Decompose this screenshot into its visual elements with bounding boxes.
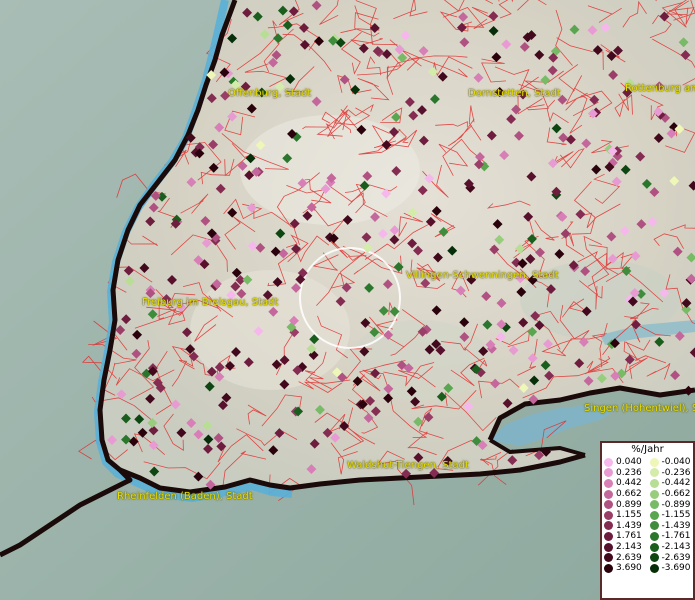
legend-item: -2.143 (648, 542, 694, 553)
city-label-villingen: Villingen-Schwenningen, Stadt (406, 270, 559, 281)
legend-item: 0.040 (602, 457, 648, 468)
legend-label: 2.143 (616, 542, 642, 553)
legend-label: 0.899 (616, 499, 642, 510)
legend-swatch (604, 500, 613, 510)
legend-swatch (604, 457, 613, 467)
legend-label: 0.040 (616, 457, 642, 468)
legend-item: 2.143 (602, 542, 648, 553)
legend-swatch (649, 553, 659, 563)
legend-label: 0.236 (616, 467, 642, 478)
legend-swatch (649, 468, 659, 478)
city-label-singen: Singen (Hohentwiel), S (584, 403, 695, 414)
legend: %/Jahr 0.040 0.236 0.442 0.662 0.899 1.155 1.4… (600, 441, 695, 600)
legend-label: 0.662 (616, 489, 642, 500)
legend-label: 2.639 (616, 552, 642, 563)
legend-label: 3.690 (616, 563, 642, 574)
legend-item: -1.761 (648, 531, 694, 542)
legend-swatch (604, 542, 613, 552)
legend-swatch (649, 531, 659, 541)
city-label-rottenburg: Rottenburg am (625, 83, 695, 94)
city-label-rheinfelden: Rheinfelden (Baden), Stadt (117, 491, 253, 502)
city-label-freiburg: Freiburg im Breisgau, Stadt (142, 297, 279, 308)
legend-label: -1.439 (661, 520, 691, 531)
legend-label: -2.639 (661, 552, 691, 563)
legend-item: -1.439 (648, 521, 694, 532)
legend-swatch (649, 489, 659, 499)
legend-item: 0.899 (602, 499, 648, 510)
legend-item: -0.899 (648, 499, 694, 510)
map-canvas[interactable] (0, 0, 695, 600)
legend-swatch (604, 489, 613, 499)
legend-label: 1.439 (616, 520, 642, 531)
legend-positive-column: 0.040 0.236 0.442 0.662 0.899 1.155 1.439 1.761… (602, 457, 648, 574)
legend-label: -0.236 (661, 467, 691, 478)
legend-item: 1.155 (602, 510, 648, 521)
legend-swatch (649, 521, 659, 531)
legend-swatch (604, 521, 613, 531)
legend-item: 0.442 (602, 478, 648, 489)
legend-swatch (604, 478, 613, 488)
legend-item: -0.040 (648, 457, 694, 468)
legend-item: 1.761 (602, 531, 648, 542)
legend-swatch (649, 478, 659, 488)
legend-item: -2.639 (648, 552, 694, 563)
legend-swatch (604, 468, 613, 478)
legend-label: -0.899 (661, 499, 691, 510)
legend-swatch (649, 542, 659, 552)
legend-swatch (649, 457, 659, 467)
legend-item: -3.690 (648, 563, 694, 574)
legend-label: 1.155 (616, 510, 642, 521)
city-label-offenburg: Offenburg, Stadt (228, 88, 312, 99)
map-view[interactable]: Offenburg, Stadt Dornstetten, Stadt Rott… (0, 0, 695, 600)
legend-item: -1.155 (648, 510, 694, 521)
legend-item: 0.662 (602, 489, 648, 500)
legend-swatch (604, 510, 613, 520)
legend-item: 2.639 (602, 552, 648, 563)
legend-title: %/Jahr (631, 444, 664, 455)
legend-swatch (604, 553, 613, 563)
legend-label: -0.662 (661, 489, 691, 500)
legend-label: 0.442 (616, 478, 642, 489)
legend-label: -0.442 (661, 478, 691, 489)
city-label-waldshut: Waldshut-Tiengen, Stadt (347, 460, 469, 471)
legend-item: 3.690 (602, 563, 648, 574)
legend-item: -0.662 (648, 489, 694, 500)
legend-item: 0.236 (602, 468, 648, 479)
legend-swatch (604, 531, 613, 541)
legend-label: -1.155 (661, 510, 691, 521)
legend-swatch (649, 563, 659, 573)
legend-negative-column: -0.040 -0.236 -0.442 -0.662 -0.899 -1.155 -1.4… (648, 457, 694, 574)
legend-label: -3.690 (661, 563, 691, 574)
legend-item: -0.236 (648, 468, 694, 479)
legend-item: -0.442 (648, 478, 694, 489)
legend-label: 1.761 (616, 531, 642, 542)
city-label-dornstetten: Dornstetten, Stadt (468, 88, 561, 99)
legend-swatch (649, 500, 659, 510)
legend-label: -2.143 (661, 542, 691, 553)
legend-swatch (649, 510, 659, 520)
legend-label: -0.040 (661, 457, 691, 468)
legend-swatch (604, 563, 613, 573)
legend-item: 1.439 (602, 521, 648, 532)
legend-label: -1.761 (661, 531, 691, 542)
